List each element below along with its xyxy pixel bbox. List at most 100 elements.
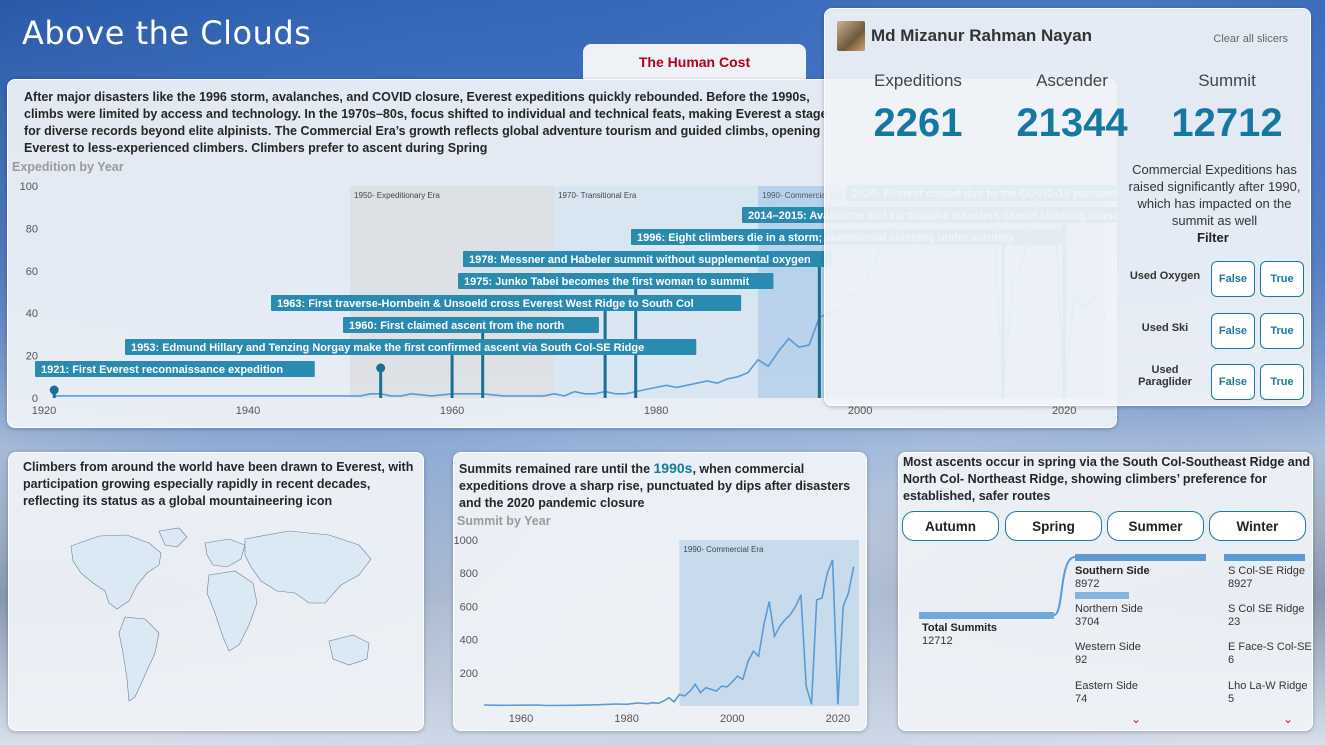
greenland-shape <box>158 527 188 548</box>
era-label: 1950- Expeditionary Era <box>354 191 440 200</box>
paraglider-false-button[interactable]: False <box>1211 364 1255 400</box>
level1-bar-southern <box>1075 554 1206 561</box>
kpi-label: Ascender <box>1036 71 1108 90</box>
profile-name: Md Mizanur Rahman Nayan <box>871 26 1093 45</box>
clear-slicers-button[interactable]: Clear all slicers <box>1213 33 1288 45</box>
asia-shape <box>244 530 372 604</box>
y-tick-label: 600 <box>460 601 478 613</box>
x-tick-label: 2020 <box>826 713 850 725</box>
node-value: 8972 <box>1075 578 1100 590</box>
decomp-root-value: 12712 <box>922 635 953 647</box>
oxygen-true-button[interactable]: True <box>1260 261 1304 297</box>
summit-by-year-chart: 1990- Commercial Era 200 400 600 800 1000 1960… <box>454 535 859 725</box>
node-label: S Col-SE Ridge <box>1228 565 1306 577</box>
node-label: E Face-S Col-SE <box>1228 641 1312 653</box>
total-bar <box>919 612 1054 619</box>
world-map[interactable] <box>9 453 425 732</box>
south-america-shape <box>118 616 160 702</box>
node-label: Western Side <box>1075 641 1141 653</box>
event-label: 1978: Messner and Habeler summit without… <box>469 254 811 266</box>
decomp-node-western[interactable]: Western Side 92 <box>1075 641 1141 667</box>
kpi-value: 21344 <box>1016 101 1128 145</box>
decomp-root[interactable]: Total Summits 12712 <box>922 622 997 648</box>
y-tick-label: 20 <box>26 351 38 363</box>
event-label: 1953: Edmund Hillary and Tenzing Norgay … <box>131 342 644 354</box>
avatar <box>837 21 865 51</box>
kpi-label: Expeditions <box>874 71 962 90</box>
chevron-down-icon[interactable]: ⌄ <box>1131 712 1141 726</box>
era-band <box>554 186 759 398</box>
event-label: 1960: First claimed ascent from the nort… <box>349 320 564 332</box>
kpi-expeditions: Expeditions 2261 <box>848 71 988 146</box>
tree-connector <box>1053 556 1076 616</box>
y-tick-label: 1000 <box>454 535 478 547</box>
era-label: 1990- Commercial Era <box>683 545 764 554</box>
decomp-node-eastern[interactable]: Eastern Side 74 <box>1075 680 1138 706</box>
y-tick-label: 60 <box>26 266 38 278</box>
x-tick-label: 2020 <box>1052 405 1076 417</box>
node-value: 74 <box>1075 693 1088 705</box>
profile: Md Mizanur Rahman Nayan <box>837 21 1092 51</box>
y-tick-label: 400 <box>460 635 478 647</box>
y-tick-label: 100 <box>20 181 38 193</box>
filter-label-ski: Used Ski <box>1141 322 1189 334</box>
y-tick-label: 0 <box>32 393 38 405</box>
node-value: 5 <box>1228 693 1235 705</box>
x-tick-label: 1940 <box>236 405 260 417</box>
x-tick-label: 1980 <box>614 713 638 725</box>
tab-human-cost[interactable]: The Human Cost <box>583 44 806 80</box>
x-tick-label: 2000 <box>848 405 872 417</box>
decomp-node-scol-se-ridge[interactable]: S Col-SE Ridge 8927 <box>1228 565 1305 591</box>
routes-panel: Most ascents occur in spring via the Sou… <box>898 452 1313 731</box>
tab-label: The Human Cost <box>638 54 751 70</box>
paraglider-true-button[interactable]: True <box>1260 364 1304 400</box>
event-label: 1963: First traverse-Hornbein & Unsoeld … <box>277 298 694 310</box>
summit-panel: Summits remained rare until the 1990s, w… <box>453 452 867 731</box>
node-label: Lho La-W Ridge <box>1228 680 1308 692</box>
filter-title: Filter <box>1197 230 1229 245</box>
kpi-value: 2261 <box>873 101 963 145</box>
europe-shape <box>204 538 246 568</box>
decomp-node-lhola[interactable]: Lho La-W Ridge 5 <box>1228 680 1308 706</box>
decomp-node-eface[interactable]: E Face-S Col-SE 6 <box>1228 641 1312 667</box>
filter-label-oxygen: Used Oxygen <box>1129 270 1201 282</box>
y-tick-label: 40 <box>26 308 38 320</box>
chevron-down-icon[interactable]: ⌄ <box>1283 712 1293 726</box>
decomp-node-southern[interactable]: Southern Side 8972 <box>1075 565 1150 591</box>
node-label: S Col SE Ridge <box>1228 603 1305 615</box>
kpi-ascender: Ascender 21344 <box>1002 71 1142 146</box>
ski-false-button[interactable]: False <box>1211 313 1255 349</box>
ski-true-button[interactable]: True <box>1260 313 1304 349</box>
oxygen-false-button[interactable]: False <box>1211 261 1255 297</box>
x-tick-label: 1960 <box>440 405 464 417</box>
level2-bar-top <box>1224 554 1305 561</box>
node-label: Southern Side <box>1075 565 1150 577</box>
decomp-node-northern[interactable]: Northern Side 3704 <box>1075 603 1143 629</box>
node-value: 6 <box>1228 654 1235 666</box>
kpi-value: 12712 <box>1171 101 1283 145</box>
australia-shape <box>328 634 370 666</box>
decomp-root-label: Total Summits <box>922 622 997 634</box>
y-tick-label: 800 <box>460 568 478 580</box>
node-value: 3704 <box>1075 616 1100 628</box>
africa-shape <box>206 570 258 652</box>
node-value: 8927 <box>1228 578 1253 590</box>
level1-bar-northern <box>1075 592 1129 599</box>
dashboard-title: Above the Clouds <box>22 14 312 52</box>
era-label: 1970- Transitional Era <box>558 191 637 200</box>
filter-label-paraglider: Used Paraglider <box>1138 364 1192 388</box>
map-panel: Climbers from around the world have been… <box>8 452 424 731</box>
event-label: 1921: First Everest reconnaissance exped… <box>41 364 283 376</box>
kpi-label: Summit <box>1198 71 1256 90</box>
x-tick-label: 2000 <box>720 713 744 725</box>
node-value: 23 <box>1228 616 1241 628</box>
x-tick-label: 1920 <box>32 405 56 417</box>
node-label: Eastern Side <box>1075 680 1138 692</box>
event-marker <box>376 363 386 373</box>
kpi-note: Commercial Expeditions has raised signif… <box>1128 162 1301 228</box>
y-tick-label: 200 <box>460 668 478 680</box>
decomp-node-scol-se-ridge-2[interactable]: S Col SE Ridge 23 <box>1228 603 1304 629</box>
north-america-shape <box>70 534 162 610</box>
node-value: 92 <box>1075 654 1088 666</box>
x-tick-label: 1960 <box>509 713 533 725</box>
